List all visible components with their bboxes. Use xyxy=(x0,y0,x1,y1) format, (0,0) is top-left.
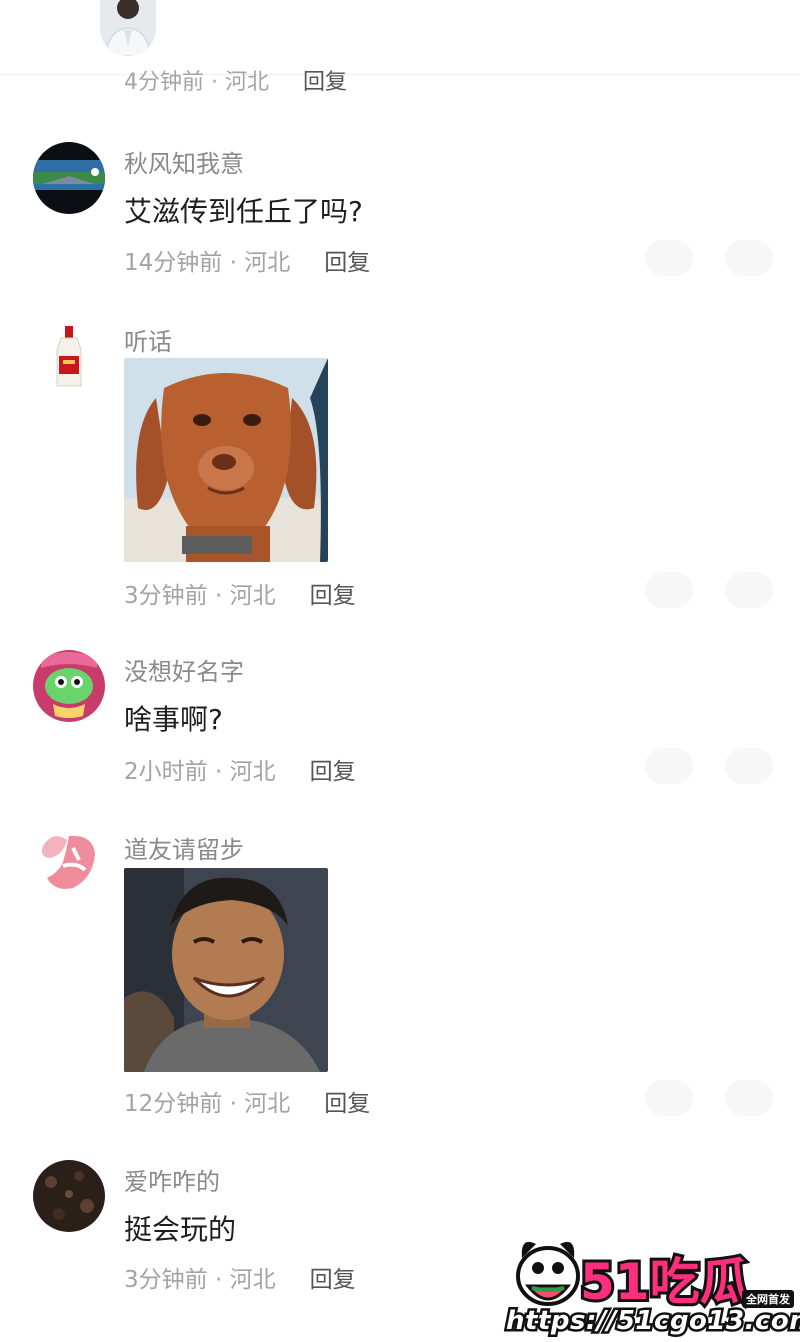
comment-time: 2小时前 xyxy=(124,759,208,785)
comment-time: 12分钟前 xyxy=(124,1091,223,1117)
comment-time: 4分钟前 xyxy=(124,70,204,95)
comment-text: 艾滋传到任丘了吗? xyxy=(124,195,363,228)
smiling-man-image xyxy=(124,868,328,1072)
reply-button[interactable]: 回复 xyxy=(310,759,356,785)
reply-button[interactable]: 回复 xyxy=(303,70,347,95)
fu-character-avatar xyxy=(33,826,105,898)
comment-meta: 3分钟前 · 河北 回复 xyxy=(124,1260,356,1294)
user-avatar[interactable] xyxy=(33,826,105,898)
meta-separator: · xyxy=(204,70,225,95)
username[interactable]: 秋风知我意 xyxy=(124,144,244,179)
meta-separator: · xyxy=(207,583,230,609)
comment-location: 河北 xyxy=(244,1091,291,1117)
comment-time: 14分钟前 xyxy=(124,250,223,276)
faded-action-icon[interactable] xyxy=(725,240,773,276)
faded-action-icon[interactable] xyxy=(725,748,773,784)
comment-location: 河北 xyxy=(244,250,291,276)
top-user-avatar[interactable] xyxy=(100,0,156,56)
cartoon-avatar xyxy=(33,650,105,722)
meta-separator: · xyxy=(222,250,245,276)
avatar-image xyxy=(33,142,105,214)
reply-button[interactable]: 回复 xyxy=(310,1267,356,1293)
user-avatar[interactable] xyxy=(33,320,105,392)
faded-action-icon[interactable] xyxy=(645,572,693,608)
meta-separator: · xyxy=(207,759,230,785)
faded-action-icon[interactable] xyxy=(645,748,693,784)
person-icon xyxy=(100,0,156,56)
comment-location: 河北 xyxy=(229,759,276,785)
comment-time: 3分钟前 xyxy=(124,1267,208,1293)
comment-meta: 12分钟前 · 河北 回复 xyxy=(124,1084,370,1118)
faded-action-icon[interactable] xyxy=(645,240,693,276)
comment-text: 啥事啊? xyxy=(124,703,223,736)
watermark-url: https://51cgo13.com xyxy=(504,1304,800,1339)
user-avatar[interactable] xyxy=(33,1160,105,1232)
username[interactable]: 听话 xyxy=(124,322,172,357)
comment-meta: 2小时前 · 河北 回复 xyxy=(124,752,356,786)
watermark-logo: 51吃瓜 xyxy=(577,1250,753,1314)
meta-separator: · xyxy=(207,1267,230,1293)
reply-button[interactable]: 回复 xyxy=(324,1091,370,1117)
username[interactable]: 道友请留步 xyxy=(124,830,244,865)
user-avatar[interactable] xyxy=(33,650,105,722)
faded-action-icon[interactable] xyxy=(645,1080,693,1116)
bottle-icon xyxy=(33,320,105,392)
comment-time: 3分钟前 xyxy=(124,583,208,609)
username[interactable]: 没想好名字 xyxy=(124,652,244,687)
comment-meta: 14分钟前 · 河北 回复 xyxy=(124,243,370,277)
reply-button[interactable]: 回复 xyxy=(310,583,356,609)
meta-separator: · xyxy=(222,1091,245,1117)
comment-location: 河北 xyxy=(229,1267,276,1293)
comment-text: 挺会玩的 xyxy=(124,1213,237,1246)
comment-location: 河北 xyxy=(224,70,269,95)
watermark: 51吃瓜 全网首发 https://51cgo13.com xyxy=(500,1228,800,1340)
faded-action-icon[interactable] xyxy=(725,1080,773,1116)
dog-image xyxy=(124,358,328,562)
username[interactable]: 爱咋咋的 xyxy=(124,1162,220,1197)
top-comment-meta: 4分钟前 · 河北 回复 xyxy=(124,64,347,96)
comment-meta: 3分钟前 · 河北 回复 xyxy=(124,576,356,610)
user-avatar[interactable] xyxy=(33,142,105,214)
reply-button[interactable]: 回复 xyxy=(324,250,370,276)
comment-image[interactable] xyxy=(124,868,328,1072)
avatar-image xyxy=(33,1160,105,1232)
comment-image[interactable] xyxy=(124,358,328,562)
mascot-icon xyxy=(516,1241,580,1306)
top-bar: 4分钟前 · 河北 回复 xyxy=(0,0,800,95)
comment-location: 河北 xyxy=(229,583,276,609)
faded-action-icon[interactable] xyxy=(725,572,773,608)
